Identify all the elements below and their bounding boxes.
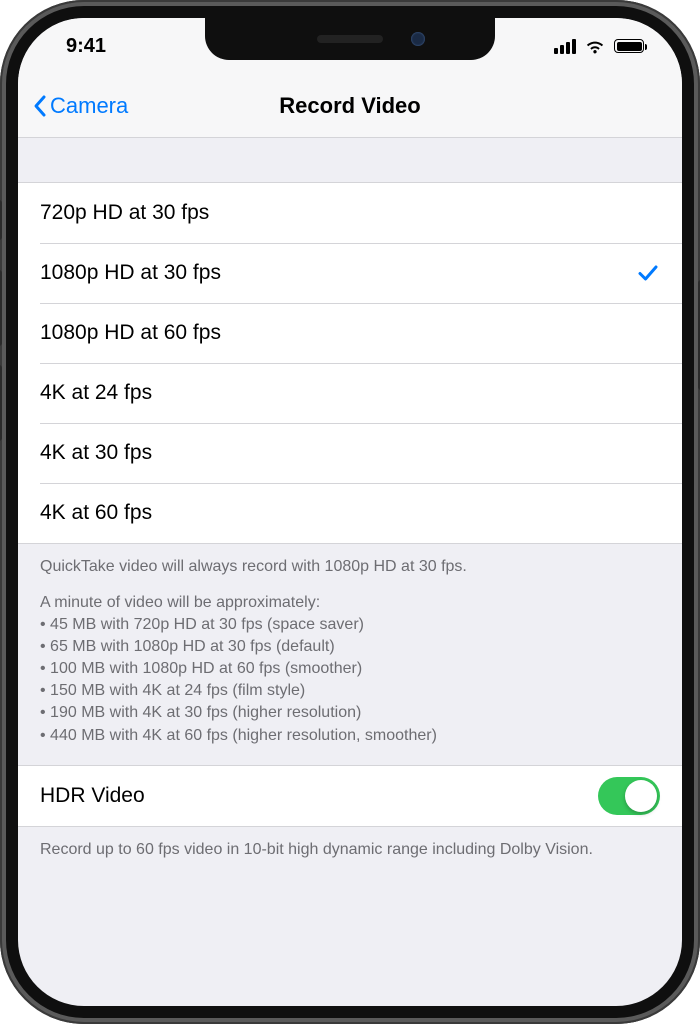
status-time: 9:41 <box>66 35 106 58</box>
option-1080p-30[interactable]: 1080p HD at 30 fps <box>18 243 682 303</box>
volume-up-button <box>0 270 2 346</box>
status-icons <box>554 38 644 54</box>
nav-bar: Camera Record Video <box>18 74 682 138</box>
silence-switch <box>0 200 2 240</box>
screen: 9:41 Camera <box>18 18 682 1006</box>
option-label: 1080p HD at 60 fps <box>40 321 221 345</box>
option-label: 1080p HD at 30 fps <box>40 261 221 285</box>
option-label: 720p HD at 30 fps <box>40 201 209 225</box>
front-camera <box>411 32 425 46</box>
size-line-4: • 190 MB with 4K at 30 fps (higher resol… <box>40 702 660 724</box>
format-footer-text: QuickTake video will always record with … <box>18 544 682 765</box>
hdr-label: HDR Video <box>40 784 145 808</box>
hdr-footer-text: Record up to 60 fps video in 10-bit high… <box>18 827 682 879</box>
size-line-1: • 65 MB with 1080p HD at 30 fps (default… <box>40 636 660 658</box>
volume-down-button <box>0 365 2 441</box>
option-4k-60[interactable]: 4K at 60 fps <box>18 483 682 543</box>
approx-intro: A minute of video will be approximately: <box>40 592 660 614</box>
back-button[interactable]: Camera <box>32 93 128 119</box>
size-line-3: • 150 MB with 4K at 24 fps (film style) <box>40 680 660 702</box>
back-label: Camera <box>50 93 128 119</box>
cellular-signal-icon <box>554 39 576 54</box>
video-format-list: 720p HD at 30 fps 1080p HD at 30 fps 108… <box>18 182 682 544</box>
option-4k-24[interactable]: 4K at 24 fps <box>18 363 682 423</box>
size-line-0: • 45 MB with 720p HD at 30 fps (space sa… <box>40 614 660 636</box>
speaker-grille <box>317 35 383 43</box>
hdr-section: HDR Video <box>18 765 682 827</box>
option-4k-30[interactable]: 4K at 30 fps <box>18 423 682 483</box>
battery-icon <box>614 39 644 53</box>
hdr-video-row: HDR Video <box>18 766 682 826</box>
quicktake-note: QuickTake video will always record with … <box>40 556 660 578</box>
size-line-2: • 100 MB with 1080p HD at 60 fps (smooth… <box>40 658 660 680</box>
wifi-icon <box>584 38 606 54</box>
size-line-5: • 440 MB with 4K at 60 fps (higher resol… <box>40 725 660 747</box>
option-label: 4K at 60 fps <box>40 501 152 525</box>
option-label: 4K at 30 fps <box>40 441 152 465</box>
chevron-left-icon <box>32 94 48 118</box>
notch <box>205 18 495 60</box>
toggle-knob <box>625 780 657 812</box>
page-title: Record Video <box>279 93 420 119</box>
section-spacer <box>18 138 682 182</box>
option-label: 4K at 24 fps <box>40 381 152 405</box>
checkmark-icon <box>636 261 660 285</box>
phone-frame: 9:41 Camera <box>0 0 700 1024</box>
option-1080p-60[interactable]: 1080p HD at 60 fps <box>18 303 682 363</box>
hdr-toggle[interactable] <box>598 777 660 815</box>
option-720p-30[interactable]: 720p HD at 30 fps <box>18 183 682 243</box>
